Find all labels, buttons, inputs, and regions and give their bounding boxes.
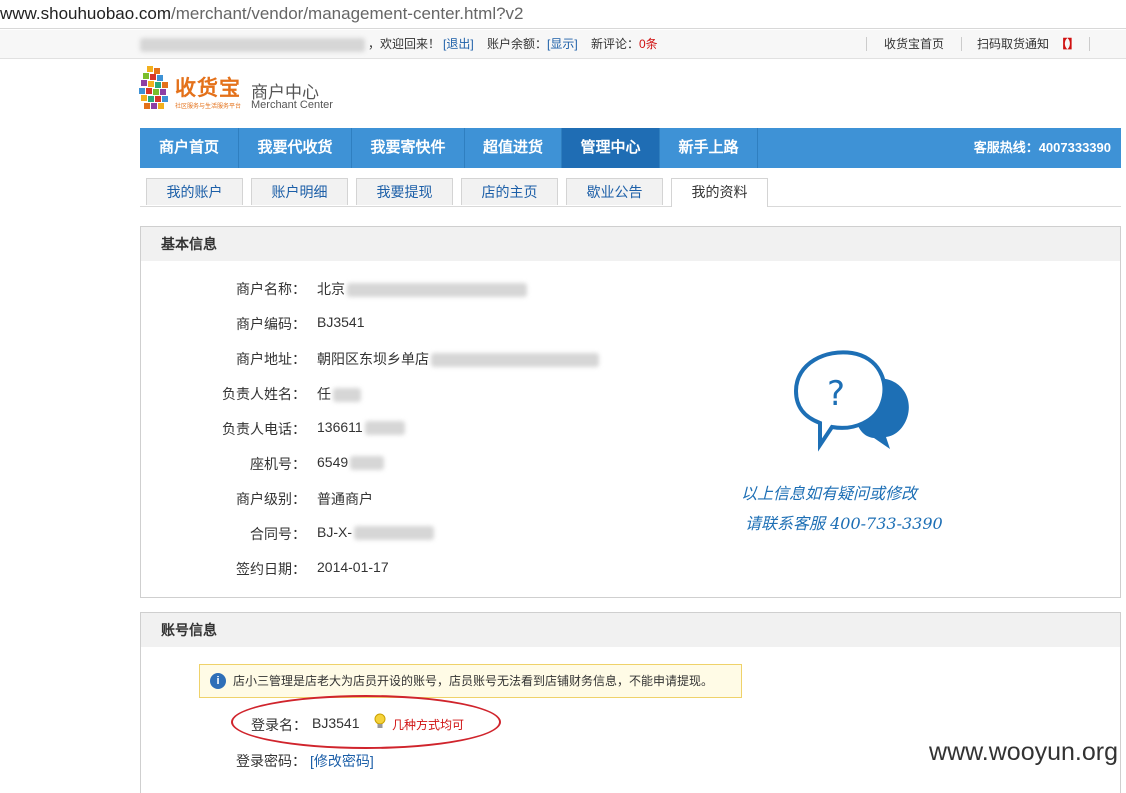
new-comments-label: 新评论：: [591, 37, 640, 51]
tab-account-details[interactable]: 账户明细: [251, 178, 348, 205]
divider: [961, 37, 962, 51]
customer-hotline: 客服热线：4007333390: [973, 140, 1111, 155]
username-redacted: [140, 30, 365, 58]
svg-text:?: ?: [827, 374, 845, 414]
landline-label: 座机号：: [250, 456, 306, 472]
url-host: www.shouhuobao.com: [0, 4, 172, 23]
owner-phone-label: 负责人电话：: [222, 421, 306, 437]
show-balance-link[interactable]: [显示]: [547, 30, 578, 58]
contract-number-value: BJ-X-: [317, 524, 434, 541]
contract-number-label: 合同号：: [250, 526, 306, 542]
nav-item-purchase[interactable]: 超值进货: [465, 128, 562, 168]
main-nav: 商户首页 我要代收货 我要寄快件 超值进货 管理中心 新手上路 客服热线：400…: [140, 128, 1121, 168]
help-text-line1: 以上信息如有疑问或修改: [741, 484, 918, 503]
site-logo[interactable]: 收货宝 社区服务与生活服务平台 商户中心 Merchant Center: [139, 66, 349, 118]
merchant-level-label: 商户级别：: [236, 491, 306, 507]
owner-name-value: 任: [317, 384, 361, 404]
panel-header: 账号信息: [141, 613, 1120, 647]
tab-my-account[interactable]: 我的账户: [146, 178, 243, 205]
password-label: 登录密码：: [236, 753, 306, 769]
owner-phone-value: 136611: [317, 419, 405, 436]
top-status-bar: ，欢迎回来！ [退出] 账户余额： [显示] 新评论： 0条 收货宝首页 扫码取…: [0, 30, 1126, 59]
panel-header: 基本信息: [141, 227, 1120, 261]
merchant-name-label: 商户名称：: [236, 281, 306, 297]
balance-label: 账户余额：: [487, 37, 548, 51]
watermark: www.wooyun.org: [929, 738, 1118, 766]
merchant-level-value: 普通商户: [317, 491, 373, 507]
sign-date-label: 签约日期：: [236, 561, 306, 577]
tab-my-profile[interactable]: 我的资料: [671, 178, 768, 207]
new-comments-count[interactable]: 0条: [639, 30, 658, 58]
scan-notice-label: 扫码取货通知: [977, 37, 1050, 51]
logo-tagline: 社区服务与生活服务平台: [175, 104, 242, 110]
sign-date-value: 2014-01-17: [317, 559, 389, 575]
basic-info-panel: 基本信息 商户名称： 北京 商户编码： BJ3541 商户地址： 朝阳区东坝乡单…: [140, 226, 1121, 598]
info-icon: i: [210, 673, 226, 689]
merchant-address-value: 朝阳区东坝乡单店: [317, 349, 599, 369]
logo-mosaic-icon: [139, 66, 168, 109]
nav-item-beginner[interactable]: 新手上路: [660, 128, 758, 168]
nav-item-receive[interactable]: 我要代收货: [239, 128, 352, 168]
qr-notice-icon: 【】: [1055, 37, 1080, 51]
help-text-line2: 请联系客服 400-733-3390: [745, 514, 943, 533]
sub-tabs: 我的账户 账户明细 我要提现 店的主页 歇业公告 我的资料: [140, 178, 1121, 207]
merchant-address-label: 商户地址：: [236, 351, 306, 367]
divider: [866, 37, 867, 51]
nav-item-send[interactable]: 我要寄快件: [352, 128, 465, 168]
welcome-text: ，欢迎回来！: [368, 37, 441, 51]
tab-store-home[interactable]: 店的主页: [461, 178, 558, 205]
merchant-name-value: 北京: [317, 279, 527, 299]
home-link[interactable]: 收货宝首页: [884, 30, 944, 58]
nav-item-home[interactable]: 商户首页: [140, 128, 239, 168]
notice-text: 店小三管理是店老大为店员开设的账号，店员账号无法看到店铺财务信息，不能申请提现。: [233, 674, 714, 688]
info-notice: i 店小三管理是店老大为店员开设的账号，店员账号无法看到店铺财务信息，不能申请提…: [199, 664, 742, 698]
scan-notice-link[interactable]: 扫码取货通知 【】: [977, 30, 1079, 58]
divider: [1089, 37, 1090, 51]
address-bar[interactable]: www.shouhuobao.com/merchant/vendor/manag…: [0, 0, 1126, 29]
merchant-center-subtitle: Merchant Center: [251, 99, 333, 111]
account-info-title: 账号信息: [161, 622, 217, 638]
nav-item-management[interactable]: 管理中心: [562, 128, 660, 168]
tab-closure-notice[interactable]: 歇业公告: [566, 178, 663, 205]
landline-value: 6549: [317, 454, 385, 471]
change-password-link[interactable]: [修改密码]: [310, 751, 374, 771]
basic-info-title: 基本信息: [161, 236, 217, 252]
merchant-code-value: BJ3541: [317, 314, 365, 330]
logo-brand-text: 收货宝: [175, 77, 241, 100]
highlight-circle: [231, 695, 501, 749]
tab-withdraw[interactable]: 我要提现: [356, 178, 453, 205]
url-path: /merchant/vendor/management-center.html?…: [171, 4, 524, 23]
logout-link[interactable]: [退出]: [443, 30, 474, 58]
owner-name-label: 负责人姓名：: [222, 386, 306, 402]
merchant-code-label: 商户编码：: [236, 316, 306, 332]
question-bubble-icon: ?: [793, 350, 909, 452]
